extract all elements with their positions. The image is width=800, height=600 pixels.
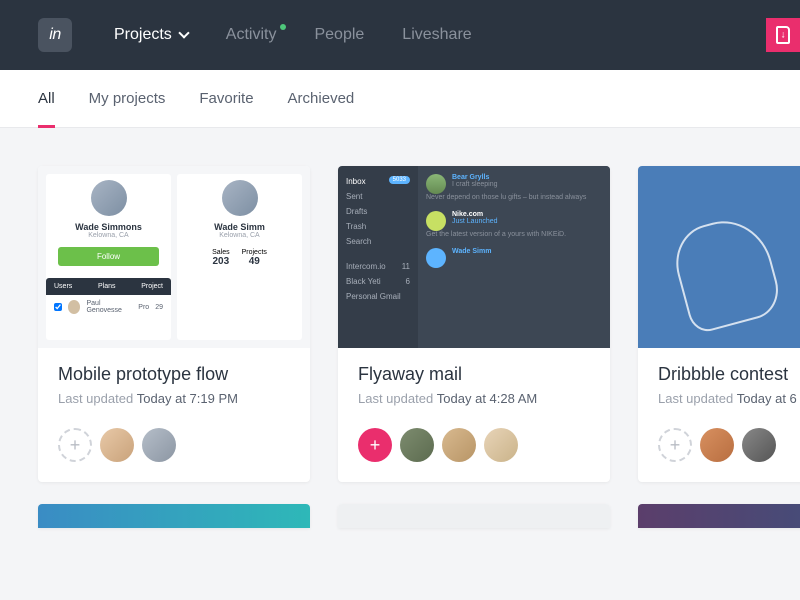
avatar[interactable] xyxy=(142,428,176,462)
add-collaborator-button[interactable]: + xyxy=(358,428,392,462)
upload-button[interactable] xyxy=(766,18,800,52)
project-thumbnail: Inbox5033 Sent Drafts Trash Search Inter… xyxy=(338,166,610,348)
project-card[interactable]: Inbox5033 Sent Drafts Trash Search Inter… xyxy=(338,166,610,482)
tab-my-projects[interactable]: My projects xyxy=(89,70,166,127)
avatar[interactable] xyxy=(442,428,476,462)
avatar[interactable] xyxy=(742,428,776,462)
project-card[interactable] xyxy=(38,504,310,528)
project-cards-grid: Wade Simmons Kelowna, CA Follow UsersPla… xyxy=(0,128,800,482)
filter-tabs: All My projects Favorite Archieved xyxy=(0,70,800,128)
tab-all[interactable]: All xyxy=(38,70,55,127)
collaborator-avatars: + xyxy=(658,428,800,462)
tab-favorite[interactable]: Favorite xyxy=(199,70,253,127)
nav-people[interactable]: People xyxy=(314,26,364,44)
project-title: Dribbble contest xyxy=(658,364,800,385)
project-title: Flyaway mail xyxy=(358,364,590,385)
project-card[interactable] xyxy=(338,504,610,528)
card-body: Dribbble contest Last updated Today at 6… xyxy=(638,348,800,482)
card-body: Mobile prototype flow Last updated Today… xyxy=(38,348,310,482)
project-meta: Last updated Today at 4:28 AM xyxy=(358,391,590,406)
project-thumbnail xyxy=(638,166,800,348)
nav-liveshare[interactable]: Liveshare xyxy=(402,26,471,44)
logo[interactable]: in xyxy=(38,18,72,52)
collaborator-avatars: + xyxy=(358,428,590,462)
project-cards-row-2 xyxy=(0,482,800,528)
nav-activity[interactable]: Activity xyxy=(226,26,277,44)
project-title: Mobile prototype flow xyxy=(58,364,290,385)
notification-dot-icon xyxy=(280,24,286,30)
main-header: in Projects Activity People Liveshare xyxy=(0,0,800,70)
primary-nav: Projects Activity People Liveshare xyxy=(114,26,472,44)
nav-projects[interactable]: Projects xyxy=(114,26,188,44)
tab-archived[interactable]: Archieved xyxy=(288,70,355,127)
project-card[interactable]: Dribbble contest Last updated Today at 6… xyxy=(638,166,800,482)
nav-projects-label: Projects xyxy=(114,26,172,44)
file-upload-icon xyxy=(776,26,790,44)
project-card[interactable] xyxy=(638,504,800,528)
nav-activity-label: Activity xyxy=(226,26,277,44)
project-card[interactable]: Wade Simmons Kelowna, CA Follow UsersPla… xyxy=(38,166,310,482)
add-collaborator-button[interactable]: + xyxy=(58,428,92,462)
collaborator-avatars: + xyxy=(58,428,290,462)
avatar[interactable] xyxy=(100,428,134,462)
project-thumbnail: Wade Simmons Kelowna, CA Follow UsersPla… xyxy=(38,166,310,348)
avatar[interactable] xyxy=(400,428,434,462)
avatar[interactable] xyxy=(700,428,734,462)
avatar[interactable] xyxy=(484,428,518,462)
project-meta: Last updated Today at 7:19 PM xyxy=(58,391,290,406)
add-collaborator-button[interactable]: + xyxy=(658,428,692,462)
project-meta: Last updated Today at 6 xyxy=(658,391,800,406)
chevron-down-icon xyxy=(178,27,189,38)
card-body: Flyaway mail Last updated Today at 4:28 … xyxy=(338,348,610,482)
